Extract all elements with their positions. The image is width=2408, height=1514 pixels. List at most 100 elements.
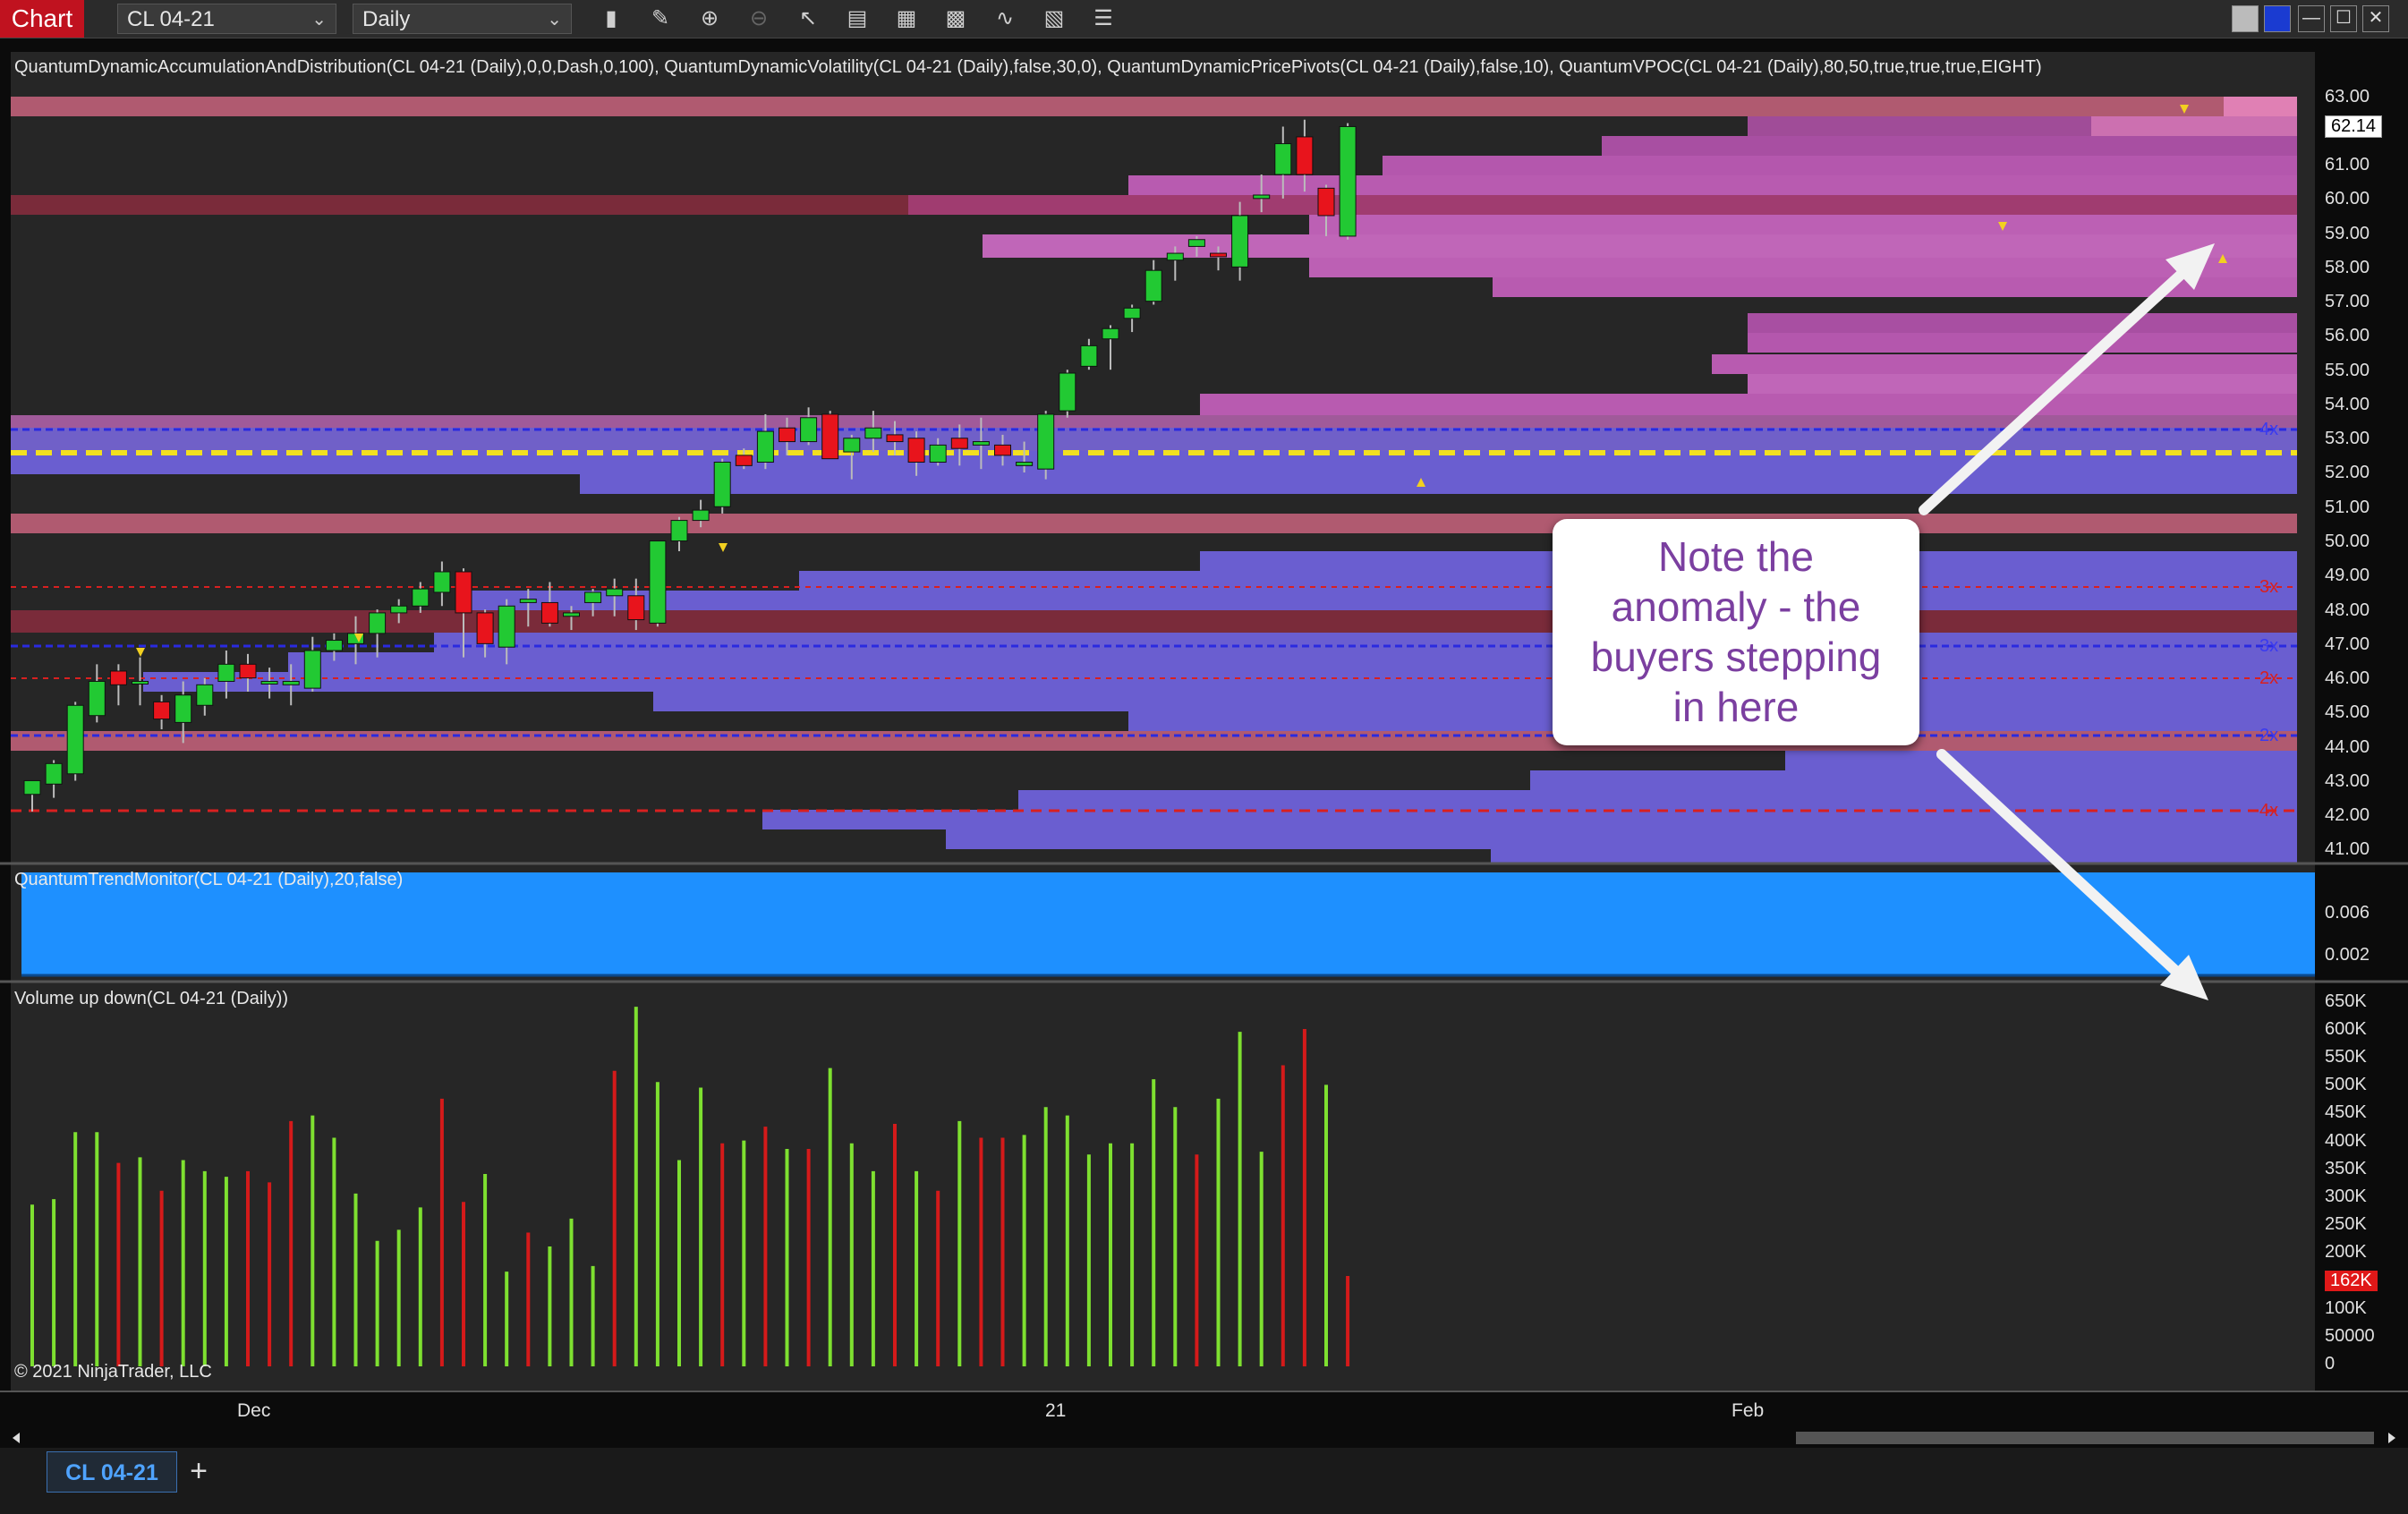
volume-axis-label: 550K (2325, 1047, 2367, 1067)
down-candle (1210, 252, 1227, 258)
callout-line: buyers stepping (1590, 634, 1882, 680)
last-volume-label: 162K (2325, 1271, 2378, 1291)
price-axis-label: 63.00 (2325, 87, 2370, 106)
last-price-label: 62.14 (2325, 115, 2383, 138)
add-tab-button[interactable]: + (183, 1453, 214, 1489)
zone-band (11, 514, 2297, 533)
down-candle (994, 444, 1011, 456)
down-candle (907, 438, 925, 464)
down-candle (540, 601, 558, 624)
level-tag: 2x (2259, 726, 2279, 745)
down-candle (109, 670, 127, 685)
down-candle (476, 612, 494, 644)
price-axis-label: 53.00 (2325, 429, 2370, 448)
profile-bar (1491, 849, 2297, 863)
tab-bar (0, 1448, 2408, 1514)
price-panel-title: QuantumDynamicAccumulationAndDistributio… (14, 57, 2042, 77)
level-tag: 4x (2259, 801, 2279, 821)
volume-axis-label: 50000 (2325, 1326, 2375, 1346)
callout-line: anomaly - the (1611, 583, 1861, 630)
up-candle (23, 779, 41, 795)
up-candle (864, 427, 882, 439)
up-candle (260, 680, 278, 685)
down-candle (735, 455, 753, 466)
price-axis-label: 46.00 (2325, 668, 2370, 688)
trend-axis-label: 0.006 (2325, 903, 2370, 923)
down-candle (886, 434, 904, 443)
price-chart[interactable] (0, 0, 2408, 1514)
up-candle (217, 663, 235, 682)
level-tag: 4x (2259, 420, 2279, 439)
profile-bar (2091, 116, 2297, 136)
zone-band (11, 415, 2297, 428)
up-candle (196, 684, 214, 706)
price-axis-label: 56.00 (2325, 326, 2370, 345)
profile-bar (1200, 394, 2297, 415)
price-axis-label: 61.00 (2325, 155, 2370, 174)
volume-panel-title: Volume up down(CL 04-21 (Daily)) (14, 989, 289, 1008)
up-candle (670, 520, 688, 542)
profile-bar (1383, 156, 2297, 175)
up-candle (563, 612, 580, 617)
zone-band (11, 731, 2297, 751)
volume-axis-label: 500K (2325, 1075, 2367, 1094)
up-candle (45, 762, 63, 785)
up-candle (1037, 413, 1055, 470)
profile-bar (1712, 354, 2297, 374)
price-axis-label: 59.00 (2325, 224, 2370, 243)
profile-bar (762, 810, 2297, 829)
scrollbar-thumb[interactable] (1796, 1432, 2374, 1444)
up-candle (412, 588, 430, 607)
up-candle (1080, 344, 1098, 367)
profile-bar (1018, 790, 2297, 810)
up-candle (1123, 307, 1141, 319)
price-axis-label: 52.00 (2325, 463, 2370, 482)
copyright-text: © 2021 NinjaTrader, LLC (14, 1362, 212, 1382)
price-axis-label: 43.00 (2325, 771, 2370, 791)
up-candle (972, 441, 990, 446)
up-candle (929, 444, 947, 464)
profile-bar (1748, 333, 2297, 353)
up-candle (66, 704, 84, 775)
volume-axis-label: 300K (2325, 1187, 2367, 1206)
zone-band (11, 195, 908, 215)
volume-axis-label: 0 (2325, 1354, 2336, 1374)
date-label: Dec (237, 1400, 271, 1421)
price-axis-label: 50.00 (2325, 532, 2370, 551)
up-candle (325, 640, 343, 651)
up-candle (1231, 215, 1249, 268)
callout-line: Note the (1658, 533, 1814, 580)
level-tag: 3x (2259, 636, 2279, 656)
tab-instrument[interactable]: CL 04-21 (47, 1451, 177, 1493)
down-candle (455, 571, 472, 614)
volume-axis-label: 450K (2325, 1102, 2367, 1122)
price-axis-label: 48.00 (2325, 600, 2370, 620)
date-label: Feb (1732, 1400, 1765, 1421)
volume-axis-label: 250K (2325, 1214, 2367, 1234)
profile-bar (143, 672, 2297, 692)
profile-bar (1748, 116, 2091, 136)
price-axis-label: 42.00 (2325, 805, 2370, 825)
up-candle (756, 430, 774, 464)
volume-axis-label: 200K (2325, 1242, 2367, 1262)
down-candle (779, 427, 796, 443)
profile-bar (1785, 751, 2297, 770)
profile-bar (1602, 136, 2297, 156)
level-tag: 3x (2259, 577, 2279, 597)
price-axis-label: 41.00 (2325, 839, 2370, 859)
date-label: 21 (1045, 1400, 1067, 1421)
annotation-callout: Note the anomaly - the buyers stepping i… (1553, 519, 1919, 745)
up-candle (1339, 125, 1357, 237)
up-candle (390, 605, 408, 614)
price-axis-label: 55.00 (2325, 361, 2370, 380)
price-axis-label: 60.00 (2325, 189, 2370, 208)
up-candle (303, 650, 321, 689)
level-tag: 2x (2259, 668, 2279, 688)
up-candle (1016, 462, 1034, 466)
profile-bar (288, 652, 2297, 672)
volume-axis-label: 650K (2325, 991, 2367, 1011)
down-candle (821, 413, 839, 460)
profile-bar (580, 474, 2297, 494)
down-candle (950, 438, 968, 449)
up-candle (1144, 269, 1162, 302)
